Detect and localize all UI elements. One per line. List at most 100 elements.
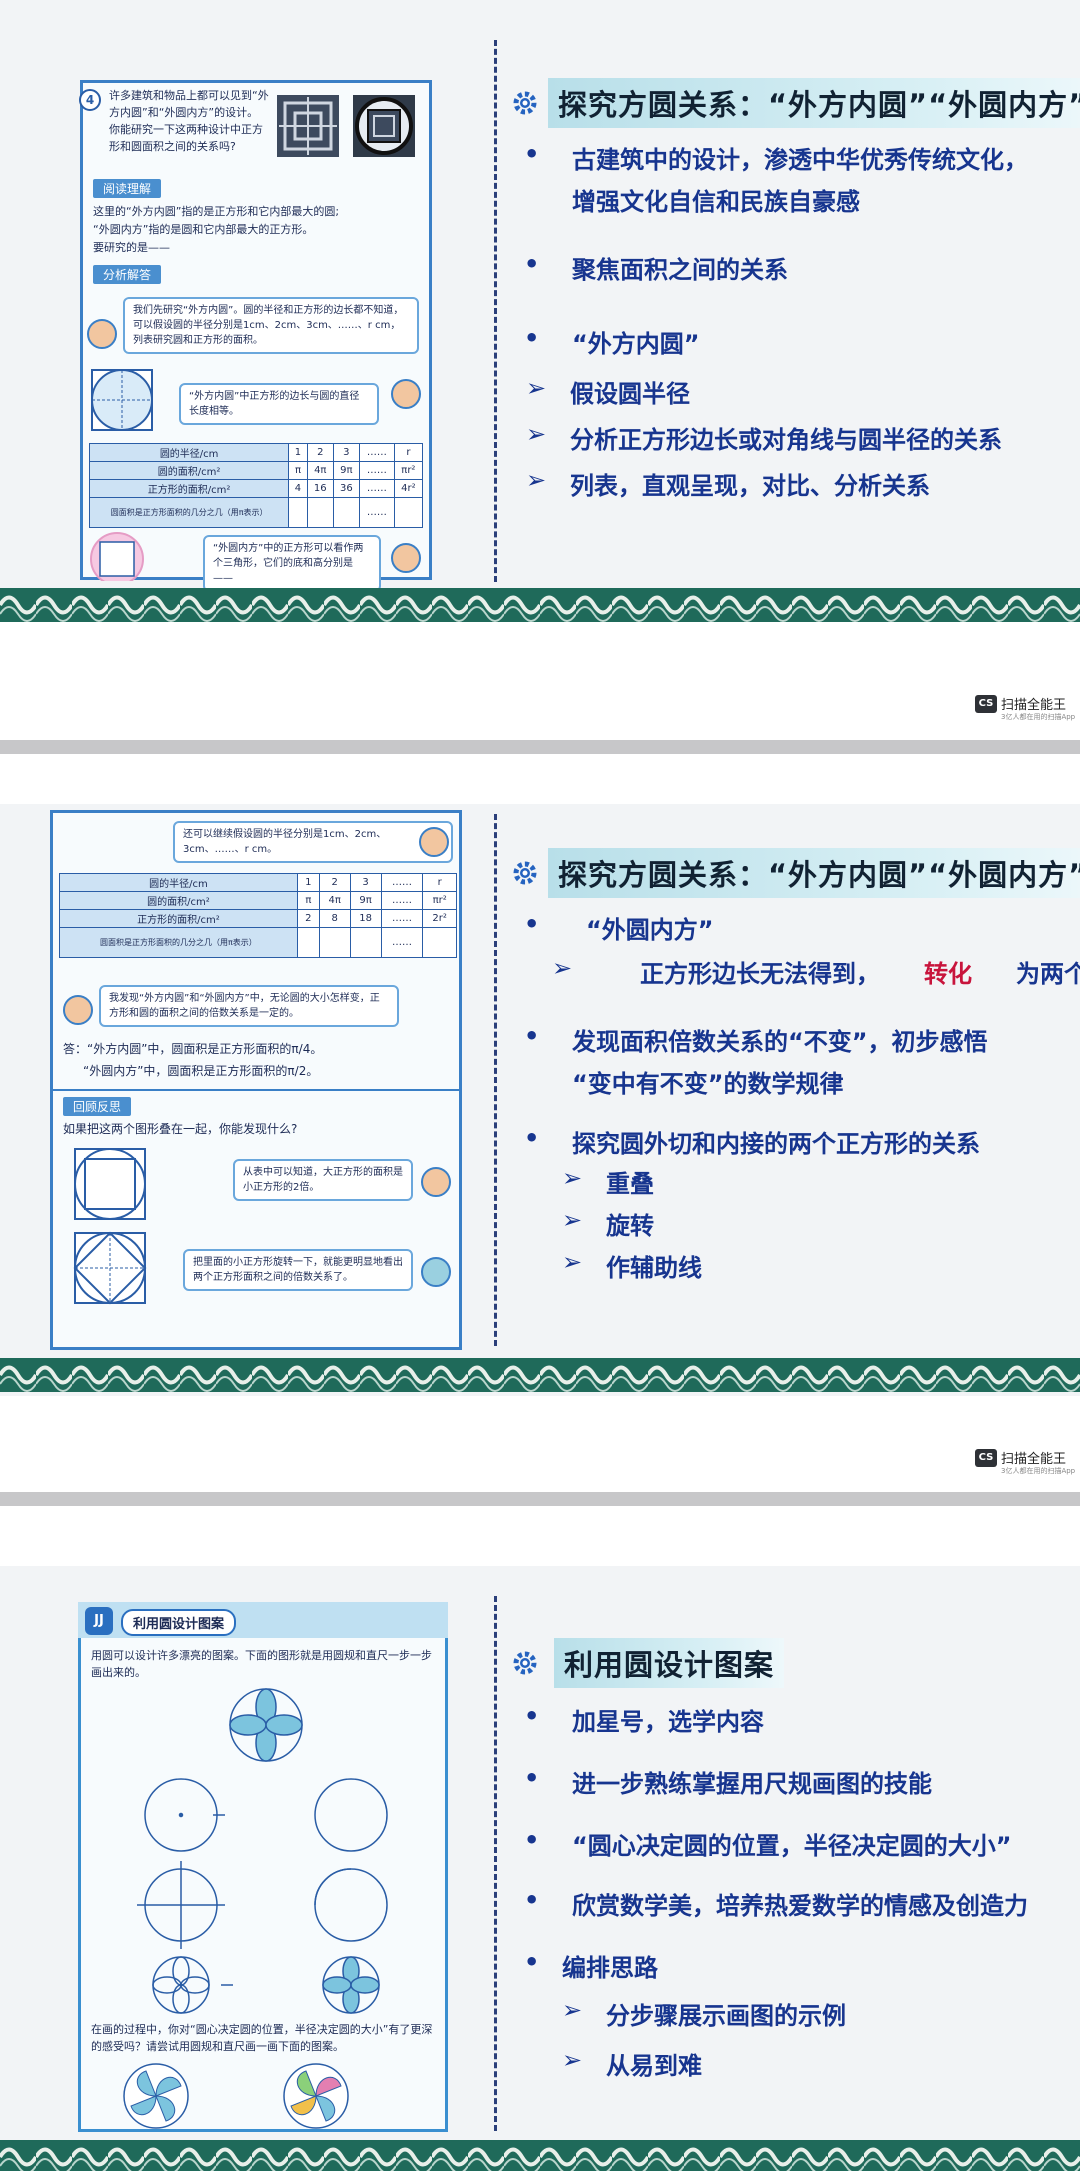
pinwheel-pattern-2	[283, 2063, 349, 2129]
robot-avatar	[421, 1257, 451, 1287]
lattice-window-icon	[277, 95, 339, 157]
student-avatar	[63, 995, 93, 1025]
bullet-item: 聚焦面积之间的关系	[524, 250, 788, 285]
problem-number: 4	[79, 89, 101, 111]
section-rule	[53, 1089, 459, 1091]
section-outro: 在画的过程中，你对“圆心决定圆的位置，半径决定圆的大小”有了更深的感受吗？请尝试…	[91, 2023, 433, 2053]
scanner-watermark: CS 扫描全能王 3亿人都在用的扫描App	[974, 694, 1075, 721]
bullet-item: 进一步熟练掌握用尺规画图的技能	[524, 1764, 932, 1799]
sub-bullet-item: 分步骤展示画图的示例	[562, 1996, 846, 2031]
hint-bubble-3: “外圆内方”中的正方形可以看作两个三角形，它们的底和高分别是——	[203, 535, 381, 592]
slide-heading: 探究方圆关系：“外方内圆”“外圆内方”	[510, 78, 1080, 128]
scanner-brand: 扫描全能王	[1000, 698, 1066, 713]
section-intro: 用圆可以设计许多漂亮的图案。下面的图形就是用圆规和直尺一步一步画出来的。	[91, 1649, 432, 1679]
section-icon: JJ	[85, 1607, 113, 1635]
sub-bullet-item: 分析正方形边长或对角线与圆半径的关系	[526, 420, 1002, 455]
bullet-item: 编排思路	[524, 1948, 658, 1983]
hint-bubble-3: 从表中可以知道，大正方形的面积是小正方形的2倍。	[233, 1159, 413, 1201]
answer-line-1: 答：“外方内圆”中，圆面积是正方形面积的π/4。	[63, 1042, 323, 1056]
sub-bullet-item: 假设圆半径	[526, 374, 690, 409]
bullet-item: 探究圆外切和内接的两个正方形的关系	[524, 1124, 980, 1159]
sub-bullet-item: 旋转	[562, 1206, 654, 1241]
scanner-logo: CS	[974, 694, 997, 713]
square-circle-figure	[91, 369, 153, 431]
circle-pattern-steps	[137, 1688, 388, 2014]
decorative-border	[0, 1358, 1080, 1392]
slide-heading-text: 探究方圆关系：“外方内圆”“外圆内方”	[548, 78, 1080, 128]
problem-intro: 许多建筑和物品上都可以见到“外方内圆”和“外圆内方”的设计。你能研究一下这两种设…	[109, 89, 269, 153]
slide-bullets: 加星号，选学内容 进一步熟练掌握用尺规画图的技能 “圆心决定圆的位置，半径决定圆…	[524, 1698, 1060, 2118]
scanner-brand: 扫描全能王	[1000, 1452, 1066, 1467]
bullet-continuation: 增强文化自信和民族自豪感	[572, 188, 860, 216]
teacher-avatar-2	[391, 543, 421, 573]
pinwheel-pattern-1	[123, 2063, 189, 2129]
reflection-label: 回顾反思	[63, 1097, 132, 1116]
slide-heading-text: 探究方圆关系：“外方内圆”“外圆内方”	[548, 848, 1080, 898]
slide-divider	[494, 1596, 497, 2131]
gear-icon	[513, 91, 537, 115]
slide-3: JJ 利用圆设计图案 用圆可以设计许多漂亮的图案。下面的图形就是用圆规和直尺一步…	[0, 1566, 1080, 2171]
scanner-watermark: CS 扫描全能王 3亿人都在用的扫描App	[974, 1448, 1075, 1475]
hint-bubble-4: 把里面的小正方形旋转一下，就能更明显地看出两个正方形面积之间的倍数关系了。	[183, 1249, 413, 1291]
reflection-question: 如果把这两个图形叠在一起，你能发现什么?	[63, 1122, 298, 1136]
teacher-avatar	[419, 827, 449, 857]
reading-text-c: 要研究的是——	[93, 241, 170, 254]
sub-bullet-item: 重叠	[562, 1164, 654, 1199]
decorative-border	[0, 2140, 1080, 2171]
wave-pattern	[0, 588, 1080, 622]
reading-text-b: “外圆内方”指的是圆和它内部最大的正方形。	[93, 223, 314, 236]
sub-bullet-item: 正方形边长无法得到，转化为两个三角形	[552, 954, 1080, 989]
textbook-excerpt: 4 许多建筑和物品上都可以见到“外方内圆”和“外圆内方”的设计。你能研究一下这两…	[79, 80, 432, 592]
scan-page-1: 4 许多建筑和物品上都可以见到“外方内圆”和“外圆内方”的设计。你能研究一下这两…	[0, 0, 1080, 740]
scanner-tagline: 3亿人都在用的扫描App	[1000, 713, 1076, 721]
bullet-continuation: “变中有不变”的数学规律	[572, 1070, 844, 1098]
slide-heading-text: 利用圆设计图案	[554, 1638, 785, 1688]
teacher-avatar-2	[421, 1167, 451, 1197]
slide-bullets: “外圆内方” 正方形边长无法得到，转化为两个三角形 发现面积倍数关系的“不变”，…	[524, 906, 1080, 1326]
sub-bullet-item: 作辅助线	[562, 1248, 702, 1283]
scanner-logo: CS	[974, 1448, 997, 1467]
bullet-item: 古建筑中的设计，渗透中华优秀传统文化，	[524, 140, 1028, 175]
bullet-item: “外圆内方”	[524, 910, 714, 945]
bullet-item: 加星号，选学内容	[524, 1702, 764, 1737]
student-avatar	[87, 319, 117, 349]
slide-divider	[494, 814, 497, 1346]
area-table-1: 圆的半径/cm 1 2 3…… r 圆的面积/cm² π 4π 9π…… πr² 正方形的面积/…	[88, 443, 424, 528]
slide-heading: 利用圆设计图案	[510, 1638, 785, 1688]
answer-line-2: “外圆内方”中，圆面积是正方形面积的π/2。	[83, 1064, 319, 1078]
decorative-border	[0, 588, 1080, 622]
section-title: 利用圆设计图案	[121, 1609, 237, 1636]
circle-square-figure	[90, 532, 144, 581]
wave-pattern	[0, 2140, 1080, 2171]
sub-bullet-item: 列表，直观呈现，对比、分析关系	[526, 466, 930, 501]
area-table-2: 圆的半径/cm 1 2 3…… r 圆的面积/cm² π 4π 9π…… πr² 正方形的面积/…	[59, 873, 457, 958]
scan-page-2: 还可以继续假设圆的半径分别是1cm、2cm、3cm、……、r cm。 圆的半径/…	[0, 754, 1080, 1492]
highlight-text: 转化	[924, 960, 972, 988]
slide-1: 4 许多建筑和物品上都可以见到“外方内圆”和“外圆内方”的设计。你能研究一下这两…	[0, 0, 1080, 622]
slide-2: 还可以继续假设圆的半径分别是1cm、2cm、3cm、……、r cm。 圆的半径/…	[0, 804, 1080, 1396]
scanner-tagline: 3亿人都在用的扫描App	[1000, 1467, 1076, 1475]
hint-bubble-2: 我发现“外方内圆”和“外圆内方”中，无论圆的大小怎样变，正方形和圆的面积之间的倍…	[99, 985, 399, 1027]
hint-bubble-2: “外方内圆”中正方形的边长与圆的直径长度相等。	[179, 383, 379, 425]
overlap-figure-1	[74, 1148, 146, 1220]
hint-bubble-1: 还可以继续假设圆的半径分别是1cm、2cm、3cm、……、r cm。	[173, 821, 453, 863]
textbook-excerpt: JJ 利用圆设计图案 用圆可以设计许多漂亮的图案。下面的图形就是用圆规和直尺一步…	[78, 1602, 448, 2132]
bullet-item: 发现面积倍数关系的“不变”，初步感悟	[524, 1022, 988, 1057]
gear-icon	[513, 1651, 537, 1675]
slide-bullets: 古建筑中的设计，渗透中华优秀传统文化， 增强文化自信和民族自豪感 聚焦面积之间的…	[524, 136, 1060, 536]
analysis-label: 分析解答	[93, 265, 162, 284]
wave-pattern	[0, 1358, 1080, 1392]
hint-bubble-1: 我们先研究“外方内圆”。圆的半径和正方形的边长都不知道，可以假设圆的半径分别是1…	[123, 297, 419, 354]
teacher-avatar	[391, 379, 421, 409]
slide-heading: 探究方圆关系：“外方内圆”“外圆内方”	[510, 848, 1080, 898]
bullet-item: 欣赏数学美，培养热爱数学的情感及创造力	[524, 1886, 1028, 1921]
textbook-excerpt: 还可以继续假设圆的半径分别是1cm、2cm、3cm、……、r cm。 圆的半径/…	[50, 810, 462, 1350]
sub-bullet-item: 从易到难	[562, 2046, 702, 2081]
bullet-item: “圆心决定圆的位置，半径决定圆的大小”	[524, 1826, 1012, 1861]
reading-text-a: 这里的“外方内圆”指的是正方形和它内部最大的圆;	[93, 205, 340, 218]
overlap-figure-2	[73, 1231, 147, 1305]
gear-icon	[513, 861, 537, 885]
round-window-icon	[353, 95, 415, 157]
scan-page-3: JJ 利用圆设计图案 用圆可以设计许多漂亮的图案。下面的图形就是用圆规和直尺一步…	[0, 1506, 1080, 2171]
slide-divider	[494, 40, 497, 582]
